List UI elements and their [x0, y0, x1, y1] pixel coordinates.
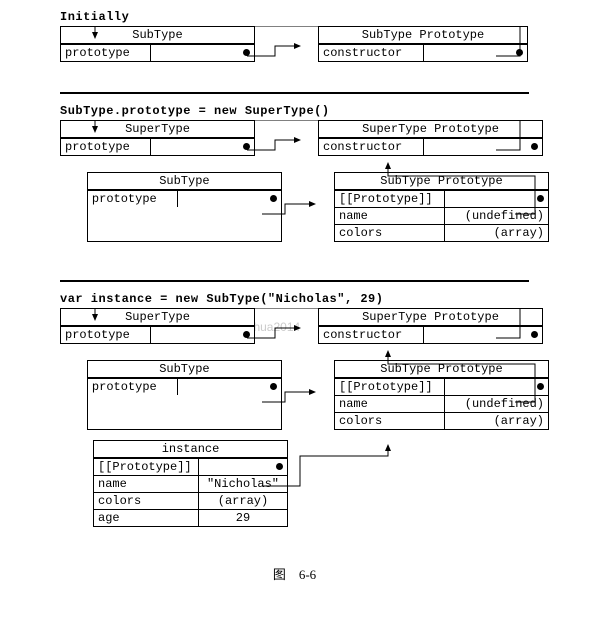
- box-header: SuperType Prototype: [319, 121, 542, 138]
- box-header: SuperType: [61, 121, 254, 138]
- prop-key: constructor: [319, 45, 424, 61]
- prop-key: prototype: [88, 191, 178, 207]
- prop-key: age: [94, 510, 199, 526]
- box-header: SubType Prototype: [335, 173, 548, 190]
- subtype-prototype-box: SubType Prototype constructor: [318, 26, 528, 62]
- stage3: SuperType prototype SuperType Prototype …: [10, 308, 579, 556]
- prop-val: "Nicholas": [199, 476, 287, 492]
- prop-key: prototype: [61, 45, 151, 61]
- prop-key: name: [335, 396, 445, 412]
- prop-val: [424, 139, 542, 155]
- prop-val: [445, 379, 548, 395]
- pointer-dot: [270, 195, 277, 202]
- box-header: SubType: [61, 27, 254, 44]
- divider: [60, 92, 529, 94]
- stage2-title: SubType.prototype = new SuperType(): [60, 104, 579, 118]
- pointer-dot: [531, 143, 538, 150]
- subtype-box: SubType prototype: [87, 172, 282, 242]
- subtype-box: SubType prototype: [60, 26, 255, 62]
- pointer-dot: [531, 331, 538, 338]
- pointer-dot: [243, 49, 250, 56]
- prop-key: constructor: [319, 139, 424, 155]
- prop-val: (array): [445, 225, 548, 241]
- pointer-dot: [243, 331, 250, 338]
- subtype-prototype-box: SubType Prototype [[Prototype]] name (un…: [334, 360, 549, 430]
- prop-val: [151, 139, 254, 155]
- prop-key: [[Prototype]]: [94, 459, 199, 475]
- pointer-dot: [270, 383, 277, 390]
- prop-val: [151, 327, 254, 343]
- subtype-box: SubType prototype: [87, 360, 282, 430]
- prop-key: name: [94, 476, 199, 492]
- box-header: SuperType Prototype: [319, 309, 542, 326]
- stage1: SubType prototype SubType Prototype cons…: [10, 26, 579, 82]
- prop-val: (undefined): [445, 208, 548, 224]
- prop-val: (array): [199, 493, 287, 509]
- prop-key: constructor: [319, 327, 424, 343]
- divider: [60, 280, 529, 282]
- pointer-dot: [537, 383, 544, 390]
- prop-val: [199, 459, 287, 475]
- prop-val: [178, 191, 281, 207]
- prop-key: prototype: [61, 327, 151, 343]
- prop-val: [424, 327, 542, 343]
- stage1-title: Initially: [60, 10, 579, 24]
- supertype-box: SuperType prototype: [60, 120, 255, 156]
- box-header: SuperType: [61, 309, 254, 326]
- pointer-dot: [276, 463, 283, 470]
- prop-val: (undefined): [445, 396, 548, 412]
- stage2: SuperType prototype SuperType Prototype …: [10, 120, 579, 270]
- box-header: instance: [94, 441, 287, 458]
- prop-key: [[Prototype]]: [335, 379, 445, 395]
- subtype-prototype-box: SubType Prototype [[Prototype]] name (un…: [334, 172, 549, 242]
- prop-key: prototype: [61, 139, 151, 155]
- prop-key: [[Prototype]]: [335, 191, 445, 207]
- prop-val: 29: [199, 510, 287, 526]
- prop-key: name: [335, 208, 445, 224]
- box-header: SubType Prototype: [319, 27, 527, 44]
- box-header: SubType: [88, 173, 281, 190]
- box-header: SubType Prototype: [335, 361, 548, 378]
- pointer-dot: [516, 49, 523, 56]
- prop-val: [445, 191, 548, 207]
- stage3-title: var instance = new SubType("Nicholas", 2…: [60, 292, 579, 306]
- prop-val: [178, 379, 281, 395]
- prop-key: prototype: [88, 379, 178, 395]
- prop-val: (array): [445, 413, 548, 429]
- prop-key: colors: [94, 493, 199, 509]
- box-header: SubType: [88, 361, 281, 378]
- supertype-box: SuperType prototype: [60, 308, 255, 344]
- pointer-dot: [243, 143, 250, 150]
- figure-caption: 图 6-6: [10, 564, 579, 583]
- prop-key: colors: [335, 225, 445, 241]
- prop-key: colors: [335, 413, 445, 429]
- supertype-prototype-box: SuperType Prototype constructor: [318, 120, 543, 156]
- prop-val: [151, 45, 254, 61]
- instance-box: instance [[Prototype]] name "Nicholas" c…: [93, 440, 288, 527]
- pointer-dot: [537, 195, 544, 202]
- prop-val: [424, 45, 527, 61]
- supertype-prototype-box: SuperType Prototype constructor: [318, 308, 543, 344]
